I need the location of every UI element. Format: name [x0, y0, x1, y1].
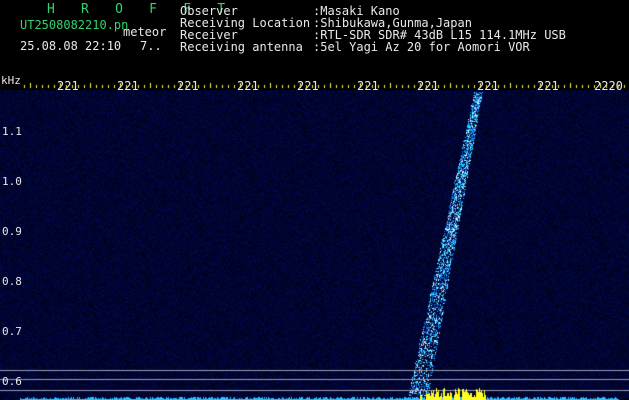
x-tick-label: 221 — [117, 79, 139, 93]
y-tick-label: 0.6 — [2, 375, 22, 388]
antenna-value: :5el Yagi Az 20 for Aomori VOR — [313, 40, 530, 54]
y-tick-label: 0.9 — [2, 225, 22, 238]
x-tick-label: 221 — [417, 79, 439, 93]
y-axis-unit: kHz — [1, 74, 21, 87]
antenna-label: Receiving antenna — [180, 40, 303, 54]
y-tick-label: 1.0 — [2, 175, 22, 188]
y-tick-label: 0.7 — [2, 325, 22, 338]
extra-value: 7.. — [140, 39, 162, 53]
date-time: 25.08.08 22:10 — [20, 39, 122, 53]
file-name: UT2508082210.pn — [20, 18, 129, 32]
x-tick-label: 221 — [297, 79, 319, 93]
x-tick-label: 221 — [237, 79, 259, 93]
y-tick-label: 0.8 — [2, 275, 22, 288]
x-tick-label: 221 — [57, 79, 79, 93]
x-tick-label: 221 — [477, 79, 499, 93]
x-tick-label: 221 — [537, 79, 559, 93]
meteor-label: meteor — [123, 25, 167, 39]
x-tick-label: 221 — [357, 79, 379, 93]
x-tick-label: 221 — [177, 79, 199, 93]
spectrogram-waterfall — [0, 0, 629, 400]
y-tick-label: 1.1 — [2, 125, 22, 138]
x-tick-label: 2220 — [594, 79, 623, 93]
